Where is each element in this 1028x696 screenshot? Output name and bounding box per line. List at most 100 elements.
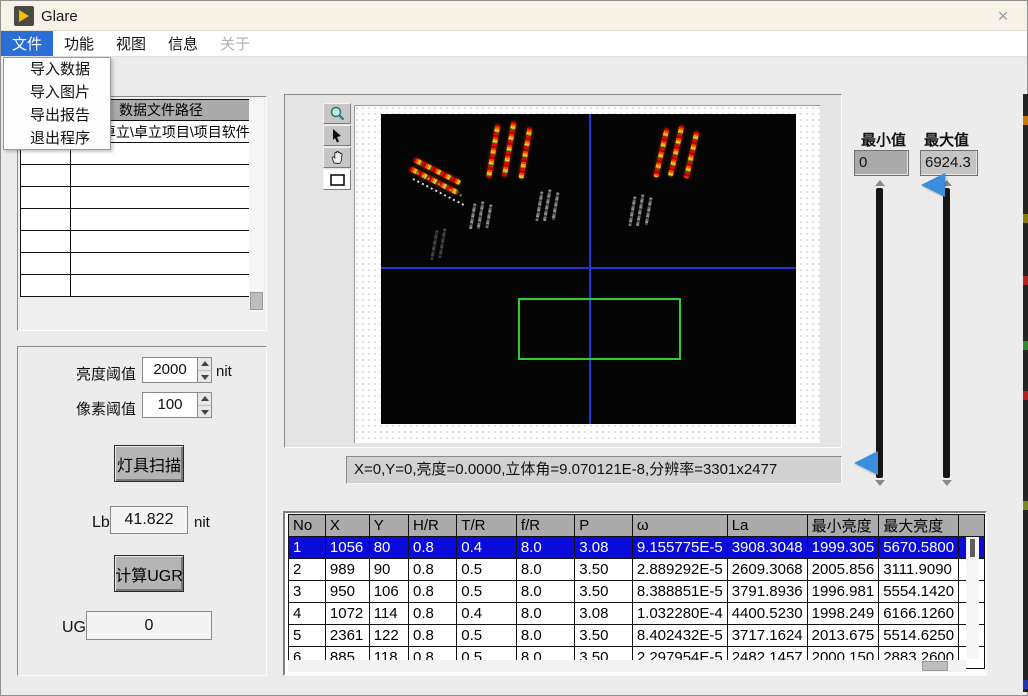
results-cell[interactable]: 1999.305 [807,537,879,559]
image-canvas[interactable] [354,105,820,443]
results-col-header[interactable]: H/R [409,515,457,537]
results-cell[interactable]: 989 [325,559,369,581]
results-cell[interactable]: 6166.1260 [879,603,959,625]
results-cell[interactable]: 8.388851E-5 [632,581,727,603]
file-table-row[interactable] [21,275,252,297]
results-cell[interactable]: 3791.8936 [727,581,807,603]
menu-item-1[interactable]: 文件 [1,31,53,56]
results-col-header[interactable]: f/R [516,515,574,537]
results-cell[interactable]: 114 [369,603,408,625]
results-cell[interactable]: 3908.3048 [727,537,807,559]
file-table-cell[interactable] [21,231,71,253]
results-hscrollbar[interactable] [288,660,966,672]
spin-down-icon[interactable] [198,371,211,383]
results-col-header[interactable]: X [325,515,369,537]
results-col-header[interactable]: 最小亮度 [807,515,879,537]
roi-rectangle[interactable] [518,298,681,360]
spin-down-icon[interactable] [198,406,211,418]
results-cell[interactable]: 0.4 [457,537,517,559]
brightness-threshold-value[interactable]: 2000 [143,358,197,382]
spin-up-icon[interactable] [198,393,211,406]
results-cell[interactable]: 8.402432E-5 [632,625,727,647]
spin-up-icon[interactable] [198,358,211,371]
results-cell[interactable]: 3.50 [575,581,633,603]
menu-item-5[interactable]: 关于 [209,31,261,56]
results-row-5[interactable]: 523611220.80.58.03.508.402432E-53717.162… [289,625,985,647]
file-path-cell[interactable] [71,187,252,209]
file-table-cell[interactable] [21,165,71,187]
brightness-threshold-spinbox[interactable]: 2000 [142,357,212,383]
menu-item-4[interactable]: 信息 [157,31,209,56]
results-cell[interactable]: 0.4 [457,603,517,625]
max-slider-track[interactable] [943,188,950,478]
results-col-header[interactable]: No [289,515,326,537]
results-vscrollbar[interactable] [966,537,979,659]
results-row-2[interactable]: 2989900.80.58.03.502.889292E-52609.30682… [289,559,985,581]
file-table-row[interactable] [21,231,252,253]
results-row-4[interactable]: 410721140.80.48.03.081.032280E-44400.523… [289,603,985,625]
results-table[interactable]: NoXYH/RT/Rf/RPωLa最小亮度最大亮度11056800.80.48.… [288,514,985,669]
results-cell[interactable]: 5554.1420 [879,581,959,603]
results-cell[interactable]: 0.8 [409,537,457,559]
results-cell[interactable]: 2013.675 [807,625,879,647]
results-cell[interactable]: 8.0 [516,581,574,603]
results-col-header[interactable]: P [575,515,633,537]
luminance-image[interactable] [381,114,796,424]
results-row-3[interactable]: 39501060.80.58.03.508.388851E-53791.8936… [289,581,985,603]
results-cell[interactable]: 5514.6250 [879,625,959,647]
results-cell[interactable]: 4400.5230 [727,603,807,625]
file-path-cell[interactable] [71,253,252,275]
results-cell[interactable]: 1 [289,537,326,559]
results-cell[interactable]: 0.5 [457,581,517,603]
cursor-icon[interactable] [323,125,351,146]
magnifier-icon[interactable] [323,103,351,124]
file-table-row[interactable] [21,187,252,209]
pan-hand-icon[interactable] [323,147,351,168]
results-col-header[interactable]: La [727,515,807,537]
file-table-row[interactable] [21,253,252,275]
results-cell[interactable]: 122 [369,625,408,647]
menu-item-2[interactable]: 功能 [53,31,105,56]
file-table-cell[interactable] [21,253,71,275]
results-cell[interactable]: 1.032280E-4 [632,603,727,625]
max-slider-thumb[interactable] [921,173,945,197]
results-cell[interactable]: 3111.9090 [879,559,959,581]
file-table-cell[interactable] [21,275,71,297]
results-hscroll-thumb[interactable] [922,661,948,671]
results-col-header[interactable]: 最大亮度 [879,515,959,537]
min-slider-track[interactable] [876,188,883,478]
results-col-header[interactable]: T/R [457,515,517,537]
results-cell[interactable]: 106 [369,581,408,603]
close-icon[interactable]: × [991,5,1015,27]
slider-top-arrow-icon[interactable] [875,180,885,186]
pixel-threshold-spinbox[interactable]: 100 [142,392,212,418]
results-cell[interactable]: 8.0 [516,603,574,625]
dropdown-item-1[interactable]: 导入数据 [4,58,110,81]
results-cell[interactable]: 8.0 [516,625,574,647]
pixel-threshold-value[interactable]: 100 [143,393,197,417]
results-cell[interactable]: 5 [289,625,326,647]
results-cell[interactable]: 90 [369,559,408,581]
lamp-scan-button[interactable]: 灯具扫描 [114,445,184,482]
dropdown-item-4[interactable]: 退出程序 [4,127,110,150]
results-cell[interactable]: 2361 [325,625,369,647]
results-cell[interactable]: 1056 [325,537,369,559]
slider-bottom-arrow-icon[interactable] [875,480,885,486]
file-table-vscroll-thumb[interactable] [250,292,263,310]
results-cell[interactable]: 0.5 [457,559,517,581]
results-cell[interactable]: 3.50 [575,625,633,647]
dropdown-item-3[interactable]: 导出报告 [4,104,110,127]
results-cell[interactable]: 3.50 [575,559,633,581]
results-cell[interactable]: 0.5 [457,625,517,647]
results-cell[interactable]: 5670.5800 [879,537,959,559]
results-cell[interactable]: 2.889292E-5 [632,559,727,581]
dropdown-item-2[interactable]: 导入图片 [4,81,110,104]
rect-select-icon[interactable] [323,169,351,190]
results-cell[interactable]: 4 [289,603,326,625]
results-vscroll-thumb[interactable] [970,539,975,557]
slider-bottom-arrow-icon[interactable] [942,480,952,486]
file-table-row[interactable] [21,165,252,187]
menu-item-3[interactable]: 视图 [105,31,157,56]
results-cell[interactable]: 2005.856 [807,559,879,581]
results-cell[interactable]: 3.08 [575,537,633,559]
